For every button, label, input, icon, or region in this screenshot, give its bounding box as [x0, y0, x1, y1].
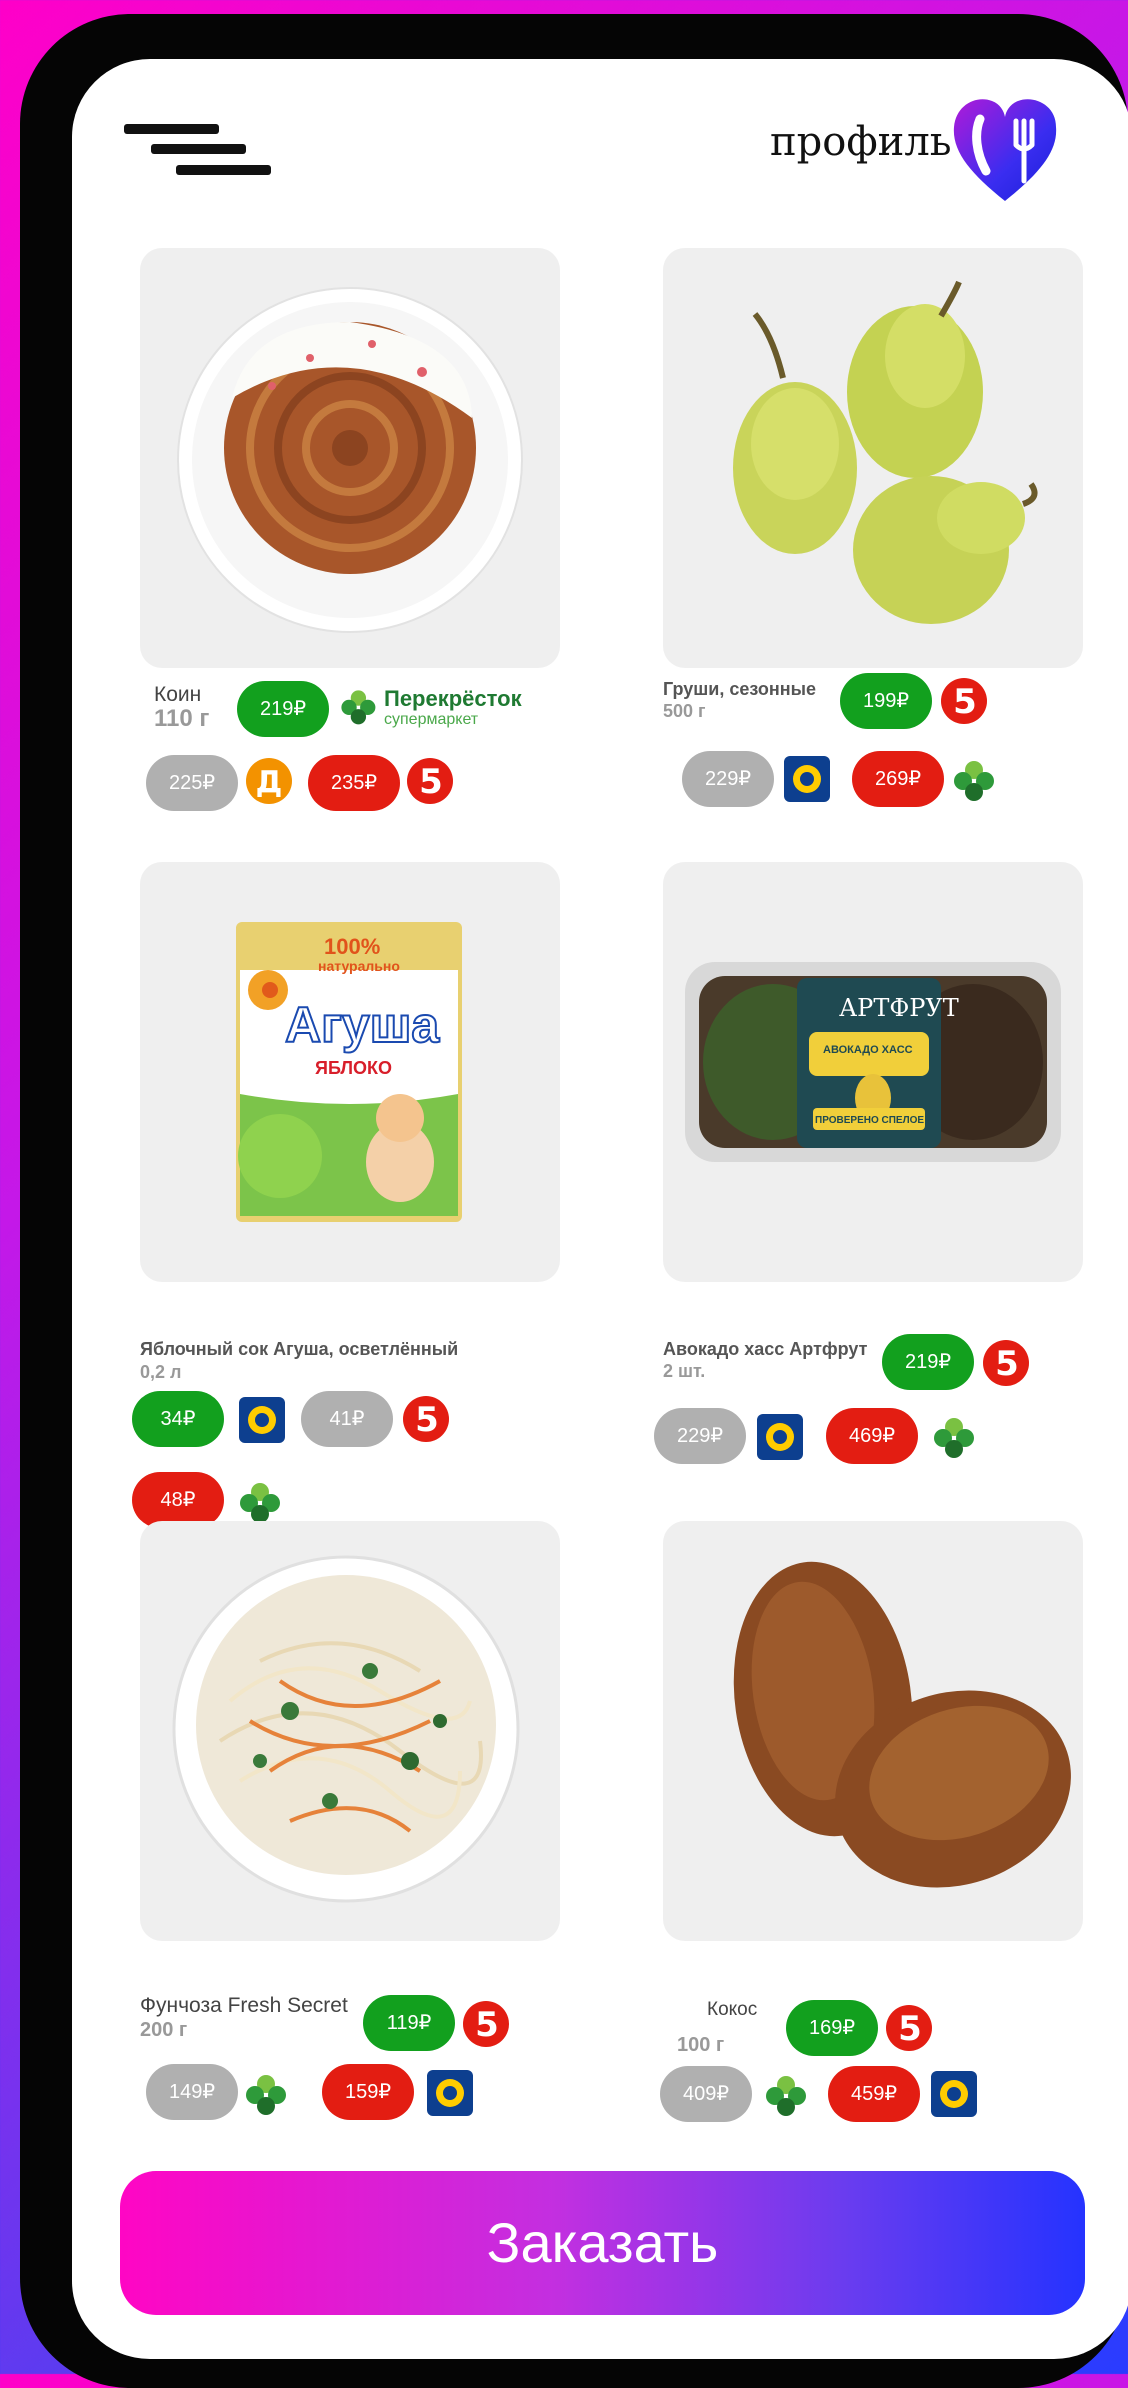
price-badge-worst[interactable]: 235₽	[308, 755, 400, 811]
heart-fork-knife-logo-icon[interactable]	[950, 93, 1060, 205]
avocado-brand-text: АРТФРУТ	[839, 994, 959, 1022]
perekrestok-logo-icon	[934, 1418, 974, 1458]
perekrestok-logo-icon	[766, 2076, 806, 2116]
product-name: Коин	[154, 683, 202, 706]
price-badge-other[interactable]: 149₽	[146, 2064, 238, 2120]
lenta-logo-icon	[931, 2071, 977, 2117]
pyaterochka-logo-icon	[886, 2005, 932, 2051]
price-badge-other[interactable]: 229₽	[654, 1408, 746, 1464]
product-name: Груши, сезонные	[663, 679, 816, 699]
price-badge-worst[interactable]: 48₽	[132, 1472, 224, 1528]
product-image-pears[interactable]	[663, 248, 1083, 668]
perekrestok-logo-icon	[240, 1483, 280, 1523]
juice-badge-sub: натурально	[318, 958, 400, 974]
profile-link[interactable]: профиль	[770, 119, 952, 165]
perekrestok-logo-icon	[246, 2075, 286, 2115]
product-weight: 0,2 л	[140, 1362, 182, 1382]
product-weight: 110 г	[154, 705, 210, 732]
price-badge-other[interactable]: 229₽	[682, 751, 774, 807]
dixi-logo-icon	[246, 758, 292, 804]
juice-flavor-text: ЯБЛОКО	[315, 1058, 393, 1078]
product-image-koin[interactable]	[140, 248, 560, 668]
perekrestok-logo-icon	[954, 761, 994, 801]
product-weight: 2 шт.	[663, 1361, 706, 1381]
price-badge-best[interactable]: 34₽	[132, 1391, 224, 1447]
phone-frame: профиль Коин 110 г 219₽ Перекрёсток супе…	[20, 14, 1128, 2388]
store-subtitle: супермаркет	[384, 711, 479, 728]
pyaterochka-logo-icon	[941, 678, 987, 724]
product-image-agusha-juice[interactable]: 100% натурально Агуша ЯБЛОКО	[140, 862, 560, 1282]
price-badge-best[interactable]: 169₽	[786, 2000, 878, 2056]
product-image-funchoza[interactable]	[140, 1521, 560, 1941]
price-badge-best[interactable]: 119₽	[363, 1995, 455, 2051]
price-badge-best[interactable]: 219₽	[882, 1334, 974, 1390]
price-badge-worst[interactable]: 459₽	[828, 2066, 920, 2122]
hamburger-menu-icon[interactable]	[124, 117, 274, 177]
lenta-logo-icon	[239, 1397, 285, 1443]
lenta-logo-icon	[757, 1414, 803, 1460]
price-badge-other[interactable]: 41₽	[301, 1391, 393, 1447]
pyaterochka-logo-icon	[407, 758, 453, 804]
product-weight: 200 г	[140, 2019, 188, 2041]
product-image-avocado[interactable]: АРТФРУТ АВОКАДО ХАСС ПРОВЕРЕНО СПЕЛОЕ	[663, 862, 1083, 1282]
price-badge-other[interactable]: 225₽	[146, 755, 238, 811]
product-weight: 500 г	[663, 701, 706, 721]
product-name: Фунчоза Fresh Secret	[140, 1994, 348, 2017]
store-name: Перекрёсток	[384, 686, 522, 711]
product-name: Яблочный сок Агуша, осветлённый	[140, 1339, 459, 1359]
pyaterochka-logo-icon	[403, 1396, 449, 1442]
price-badge-other[interactable]: 409₽	[660, 2066, 752, 2122]
lenta-logo-icon	[784, 756, 830, 802]
product-name: Кокос	[707, 1999, 758, 2020]
pyaterochka-logo-icon	[463, 2001, 509, 2047]
price-badge-best[interactable]: 219₽	[237, 681, 329, 737]
price-badge-worst[interactable]: 269₽	[852, 751, 944, 807]
pyaterochka-logo-icon	[983, 1340, 1029, 1386]
product-weight: 100 г	[677, 2034, 725, 2056]
order-button[interactable]: Заказать	[120, 2171, 1085, 2315]
price-badge-worst[interactable]: 159₽	[322, 2064, 414, 2120]
avocado-label-text: АВОКАДО ХАСС	[823, 1044, 913, 1056]
juice-brand-text: Агуша	[284, 996, 440, 1054]
lenta-logo-icon	[427, 2070, 473, 2116]
product-image-coconut[interactable]	[663, 1521, 1083, 1941]
avocado-sticker-text: ПРОВЕРЕНО СПЕЛОЕ	[815, 1115, 925, 1126]
juice-badge-text: 100%	[324, 934, 381, 959]
price-badge-best[interactable]: 199₽	[840, 673, 932, 729]
price-badge-worst[interactable]: 469₽	[826, 1408, 918, 1464]
product-name: Авокадо хасс Артфрут	[663, 1339, 868, 1359]
app-screen: профиль Коин 110 г 219₽ Перекрёсток супе…	[72, 59, 1128, 2359]
